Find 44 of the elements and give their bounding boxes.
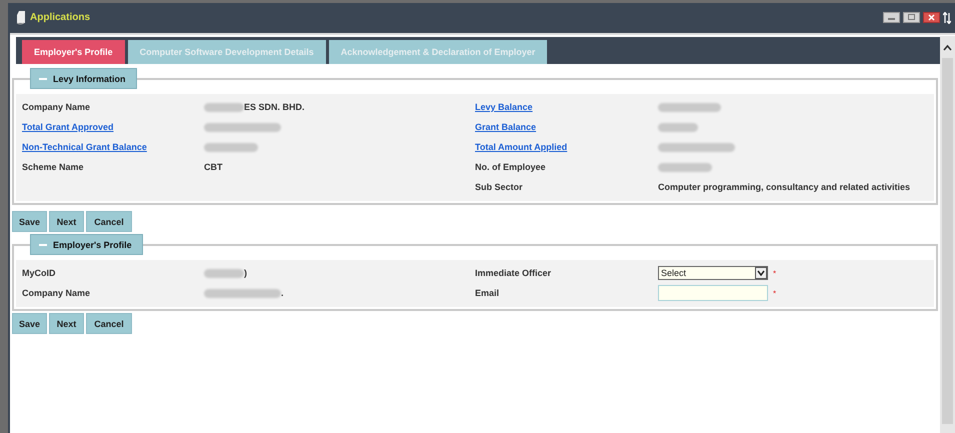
- field-label: Email: [475, 288, 500, 298]
- field-value: CBT: [204, 162, 222, 172]
- save-button[interactable]: Save: [12, 211, 47, 232]
- required-mark: *: [773, 268, 776, 278]
- field-link[interactable]: Grant Balance: [475, 122, 658, 132]
- section-legend[interactable]: Levy Information: [30, 68, 137, 89]
- tab[interactable]: Employer's Profile: [22, 40, 125, 64]
- next-button[interactable]: Next: [49, 313, 84, 334]
- maximize-icon[interactable]: [903, 12, 920, 23]
- redaction-mark: [204, 268, 244, 278]
- minimize-icon[interactable]: [883, 12, 900, 23]
- field-value: .: [281, 288, 284, 298]
- field-link[interactable]: Total Amount Applied: [475, 142, 658, 152]
- field-value: ES SDN. BHD.: [244, 102, 305, 112]
- field-label: Company Name: [22, 102, 92, 112]
- caret-icon: [755, 267, 767, 279]
- redaction-mark: [204, 142, 258, 152]
- field-link[interactable]: Levy Balance: [475, 102, 658, 112]
- select-field[interactable]: Select: [658, 266, 768, 280]
- section-legend[interactable]: Employer's Profile: [30, 234, 143, 255]
- redaction-mark: [204, 102, 244, 112]
- save-button[interactable]: Save: [12, 313, 47, 334]
- document-icon: [16, 10, 26, 24]
- close-icon[interactable]: [923, 12, 940, 23]
- redaction-mark: [658, 122, 698, 132]
- cancel-button[interactable]: Cancel: [86, 211, 132, 232]
- cancel-button[interactable]: Cancel: [86, 313, 132, 334]
- field-link[interactable]: Non-Technical Grant Balance: [22, 142, 204, 152]
- sort-arrows-icon[interactable]: [943, 12, 951, 24]
- field-label: Scheme Name: [22, 162, 85, 172]
- window-title: Applications: [30, 12, 92, 23]
- redaction-mark: [658, 162, 712, 172]
- field-label: Sub Sector: [475, 182, 524, 192]
- field-label: Company Name: [22, 288, 92, 298]
- redaction-mark: [658, 102, 721, 112]
- field-label: No. of Employee: [475, 162, 547, 172]
- field-value: Computer programming, consultancy and related activities: [658, 182, 910, 192]
- field-label: MyCoID: [22, 268, 56, 278]
- required-mark: *: [773, 288, 776, 298]
- field-link[interactable]: Total Grant Approved: [22, 122, 204, 132]
- input-field[interactable]: [658, 285, 768, 301]
- field-label: Immediate Officer: [475, 268, 552, 278]
- next-button[interactable]: Next: [49, 211, 84, 232]
- field-value: ): [244, 268, 247, 278]
